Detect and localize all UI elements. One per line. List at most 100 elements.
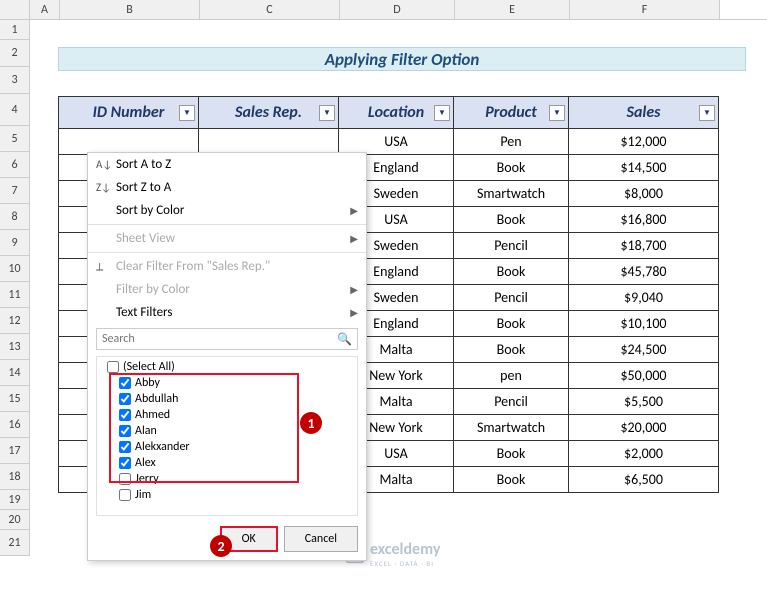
cell[interactable]: $6,500 <box>569 467 719 493</box>
row-header-15[interactable]: 15 <box>0 386 30 412</box>
col-header-B[interactable]: B <box>60 0 200 19</box>
row-header-8[interactable]: 8 <box>0 204 30 230</box>
filter-button-salesrep[interactable]: ▼ <box>319 105 335 121</box>
row-header-14[interactable]: 14 <box>0 360 30 386</box>
cell[interactable]: Pencil <box>454 233 569 259</box>
row-header-4[interactable]: 4 <box>0 94 30 126</box>
cell[interactable]: $9,040 <box>569 285 719 311</box>
cell[interactable]: $16,800 <box>569 207 719 233</box>
select-all-corner[interactable] <box>0 0 30 19</box>
row-header-16[interactable]: 16 <box>0 412 30 438</box>
cell[interactable]: Book <box>454 311 569 337</box>
sort-az[interactable]: A↓Sort A to Z <box>88 153 366 176</box>
row-header-11[interactable]: 11 <box>0 282 30 308</box>
sort-by-color[interactable]: Sort by Color▶ <box>88 199 366 222</box>
col-header-A[interactable]: A <box>30 0 60 19</box>
filter-item[interactable]: Jerry <box>101 471 353 487</box>
cell[interactable]: $50,000 <box>569 363 719 389</box>
callout-1: 1 <box>300 412 322 434</box>
cell[interactable]: Pencil <box>454 389 569 415</box>
filter-checkbox[interactable] <box>119 425 131 437</box>
cell[interactable]: Smartwatch <box>454 181 569 207</box>
cell[interactable]: Book <box>454 155 569 181</box>
cell[interactable] <box>199 129 339 155</box>
select-all-checkbox[interactable] <box>107 361 119 373</box>
col-header-F[interactable]: F <box>570 0 720 19</box>
filter-button-id[interactable]: ▼ <box>179 105 195 121</box>
col-header-E[interactable]: E <box>455 0 570 19</box>
filter-checkbox[interactable] <box>119 377 131 389</box>
cell[interactable]: $5,500 <box>569 389 719 415</box>
row-header-19[interactable]: 19 <box>0 490 30 510</box>
row-header-6[interactable]: 6 <box>0 152 30 178</box>
header-id: ID Number▼ <box>59 97 199 129</box>
sort-za[interactable]: Z↓Sort Z to A <box>88 176 366 199</box>
cell[interactable]: $14,500 <box>569 155 719 181</box>
cell[interactable]: Book <box>454 467 569 493</box>
search-icon: 🔍 <box>337 332 352 347</box>
sheet-view: Sheet View▶ <box>88 227 366 250</box>
row-header-3[interactable]: 3 <box>0 67 30 94</box>
cell[interactable]: Book <box>454 207 569 233</box>
filter-by-color: Filter by Color▶ <box>88 278 366 301</box>
cell[interactable]: $2,000 <box>569 441 719 467</box>
filter-item[interactable]: Abby <box>101 375 353 391</box>
cell[interactable]: $24,500 <box>569 337 719 363</box>
row-header-1[interactable]: 1 <box>0 20 30 40</box>
row-header-10[interactable]: 10 <box>0 256 30 282</box>
cell[interactable]: Pen <box>454 129 569 155</box>
select-all-item[interactable]: (Select All) <box>101 359 353 375</box>
filter-item[interactable]: Alekxander <box>101 439 353 455</box>
filter-checkbox[interactable] <box>119 409 131 421</box>
row-header-9[interactable]: 9 <box>0 230 30 256</box>
filter-item[interactable]: Jim <box>101 487 353 503</box>
cell[interactable]: $45,780 <box>569 259 719 285</box>
cell[interactable]: $12,000 <box>569 129 719 155</box>
row-header-5[interactable]: 5 <box>0 126 30 152</box>
row-header-2[interactable]: 2 <box>0 40 30 67</box>
row-header-20[interactable]: 20 <box>0 510 30 530</box>
col-header-D[interactable]: D <box>340 0 455 19</box>
cell[interactable]: $8,000 <box>569 181 719 207</box>
row-header-17[interactable]: 17 <box>0 438 30 464</box>
cancel-button[interactable]: Cancel <box>284 526 358 552</box>
cell[interactable]: Book <box>454 441 569 467</box>
cell[interactable]: Smartwatch <box>454 415 569 441</box>
filter-item[interactable]: Alex <box>101 455 353 471</box>
cell[interactable]: USA <box>339 129 454 155</box>
filter-checkbox[interactable] <box>119 457 131 469</box>
col-header-C[interactable]: C <box>200 0 340 19</box>
cell[interactable]: $18,700 <box>569 233 719 259</box>
filter-checkbox[interactable] <box>119 441 131 453</box>
cell[interactable] <box>59 129 199 155</box>
cell[interactable]: Book <box>454 259 569 285</box>
row-header-21[interactable]: 21 <box>0 530 30 556</box>
search-input[interactable] <box>96 328 358 350</box>
filter-item[interactable]: Abdullah <box>101 391 353 407</box>
filter-button-sales[interactable]: ▼ <box>699 105 715 121</box>
row-header-7[interactable]: 7 <box>0 178 30 204</box>
page-title: Applying Filter Option <box>58 47 746 71</box>
cell[interactable]: $20,000 <box>569 415 719 441</box>
row-header-12[interactable]: 12 <box>0 308 30 334</box>
sort-za-icon: Z↓ <box>96 181 116 194</box>
cell[interactable]: Book <box>454 337 569 363</box>
filter-checkbox[interactable] <box>119 473 131 485</box>
chevron-right-icon: ▶ <box>350 306 358 319</box>
row-header-13[interactable]: 13 <box>0 334 30 360</box>
cell[interactable]: Pencil <box>454 285 569 311</box>
header-salesrep: Sales Rep.▼ <box>199 97 339 129</box>
cell[interactable]: $10,100 <box>569 311 719 337</box>
filter-dropdown: A↓Sort A to Z Z↓Sort Z to A Sort by Colo… <box>87 152 367 561</box>
filter-button-product[interactable]: ▼ <box>549 105 565 121</box>
text-filters[interactable]: Text Filters▶ <box>88 301 366 324</box>
cell[interactable]: pen <box>454 363 569 389</box>
row-header-18[interactable]: 18 <box>0 464 30 490</box>
header-location: Location▼ <box>339 97 454 129</box>
filter-checkbox[interactable] <box>119 393 131 405</box>
filter-button-location[interactable]: ▼ <box>434 105 450 121</box>
filter-checkbox[interactable] <box>119 489 131 501</box>
header-product: Product▼ <box>454 97 569 129</box>
chevron-right-icon: ▶ <box>350 204 358 217</box>
filter-checklist[interactable]: (Select All) AbbyAbdullahAhmedAlanAlekxa… <box>96 356 358 516</box>
